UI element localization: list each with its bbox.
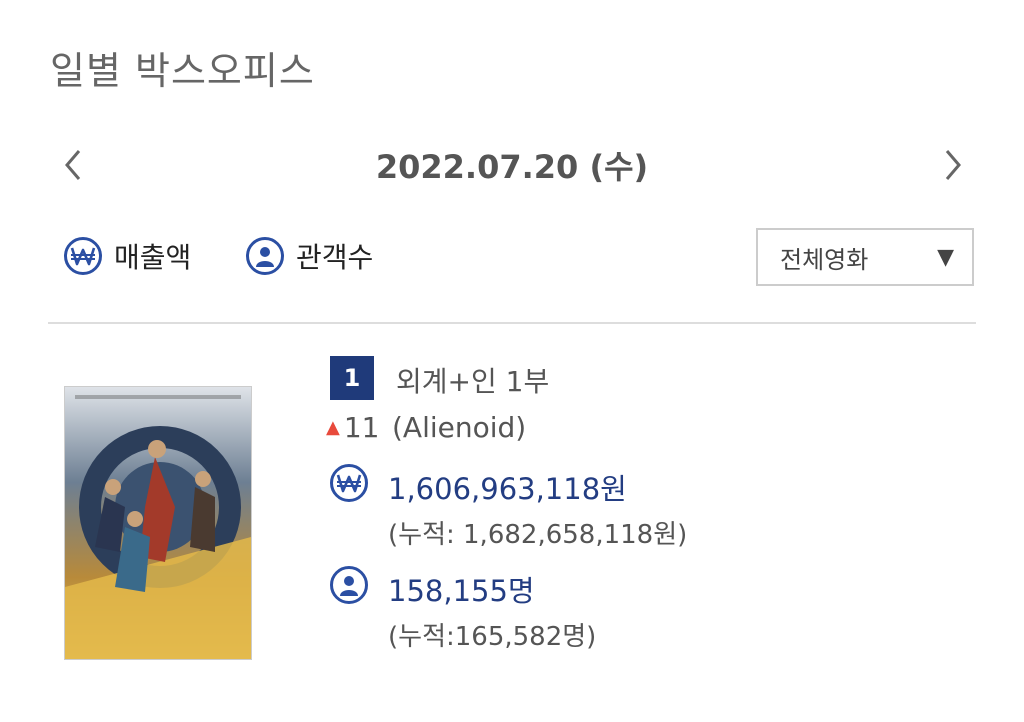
movie-title[interactable]: 외계+인 1부	[396, 360, 549, 400]
up-arrow-icon: ▲	[326, 417, 340, 438]
cumulative-sales: (누적: 1,682,658,118원)	[388, 520, 688, 550]
sales-toggle-button[interactable]: 매출액	[64, 236, 191, 276]
current-date: 2022.07.20 (수)	[375, 148, 649, 186]
cumulative-audience: (누적:165,582명)	[388, 622, 597, 652]
sales-toggle-label: 매출액	[114, 241, 192, 274]
movie-category-select[interactable]: 전체영화 ▼	[756, 228, 974, 286]
rank-change-value: 11	[343, 411, 380, 444]
daily-sales: 1,606,963,118원	[388, 472, 627, 506]
daily-audience: 158,155명	[388, 574, 535, 608]
person-icon	[246, 237, 284, 275]
page-title: 일별 박스오피스	[50, 49, 315, 93]
audience-toggle-button[interactable]: 관객수	[246, 236, 373, 276]
won-icon	[330, 464, 368, 502]
audience-toggle-label: 관객수	[296, 241, 374, 274]
caret-down-icon: ▼	[937, 244, 954, 270]
won-icon	[64, 237, 102, 275]
english-title: (Alienoid)	[392, 411, 527, 444]
divider	[48, 322, 976, 324]
movie-poster[interactable]	[64, 386, 252, 660]
chevron-right-icon	[945, 150, 961, 180]
next-date-button[interactable]	[938, 145, 968, 185]
rank-badge: 1	[330, 356, 374, 400]
person-icon	[330, 566, 368, 604]
category-selected-value: 전체영화	[780, 245, 869, 274]
rank-change: ▲ 11	[326, 411, 379, 444]
